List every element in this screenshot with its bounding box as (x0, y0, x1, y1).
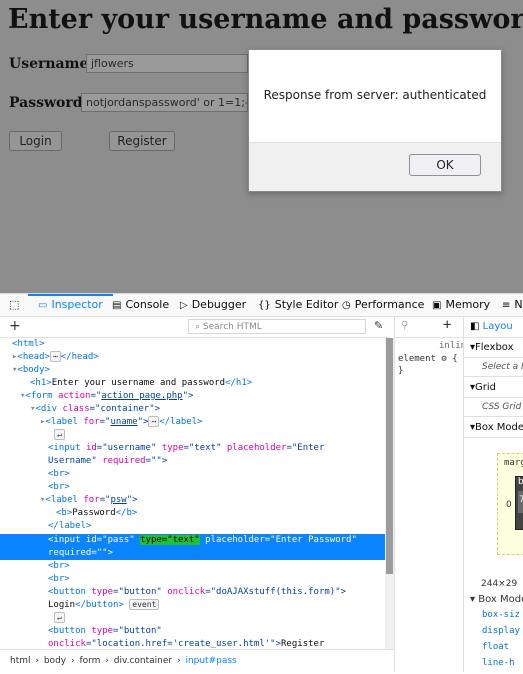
tree-node[interactable]: <br> (0, 560, 385, 573)
breadcrumb: html › body › form › div.container › inp… (0, 649, 394, 674)
whitespace-node[interactable]: ↵ (0, 612, 385, 625)
inline-style-label: inlin (439, 341, 463, 351)
tree-node[interactable]: <button type="button" (0, 625, 385, 638)
console-icon: ▤ (112, 300, 122, 311)
box-model-border: b 7 (515, 476, 523, 530)
tab-debugger[interactable]: ▷ Debugger (180, 294, 246, 316)
debugger-icon: ▷ (180, 300, 188, 311)
breadcrumb-item-current[interactable]: input#pass (185, 656, 236, 666)
gear-icon[interactable]: ⚙ (441, 354, 446, 364)
devtools-tabbar: ⬚ ▭ Inspector ▤ Console ▷ Debugger {} Style … (0, 294, 523, 317)
flexbox-hint: Select a F (464, 358, 523, 377)
tree-node[interactable]: ▾<form action="action_page.php"> (0, 390, 385, 403)
prop-display[interactable]: display (482, 626, 520, 636)
layout-tab[interactable]: ◧ Layou (464, 317, 523, 338)
network-icon: ≡ (502, 300, 511, 311)
collapsed-badge[interactable]: ⋯ (148, 416, 160, 427)
breadcrumb-item[interactable]: body (44, 656, 66, 666)
tree-node[interactable]: ▸<head> ⋯ </head> (0, 351, 385, 364)
tree-node-continuation[interactable]: Login</button> event (0, 599, 385, 612)
element-picker-icon[interactable]: ⬚ (9, 294, 19, 316)
add-node-icon[interactable]: + (9, 318, 21, 334)
rules-toolbar: ⚲ + (395, 317, 463, 338)
search-icon: ⌕ (195, 322, 201, 332)
highlighted-attribute: type="text" (140, 535, 200, 545)
register-button[interactable]: Register (109, 131, 175, 151)
tab-memory[interactable]: ▣ Memory (432, 294, 490, 316)
tree-node[interactable]: <h1>Enter your username and password</h1… (0, 377, 385, 390)
tree-node[interactable]: ▾<label for="psw"> (0, 494, 385, 507)
box-model-section[interactable]: ▾Box Mode (464, 418, 523, 438)
search-html-input[interactable]: ⌕ Search HTML (188, 319, 366, 334)
element-rule[interactable]: element ⚙ { (398, 354, 458, 364)
password-label: Password (9, 95, 83, 111)
selected-tree-node[interactable]: <input id="pass" type="text" placeholder… (0, 534, 385, 560)
inspector-icon: ▭ (38, 300, 48, 311)
breadcrumb-item[interactable]: div.container (114, 656, 172, 666)
layout-panel: ◧ Layou ▾Flexbox Select a F ▾Grid CSS Gr… (463, 317, 523, 672)
ok-button[interactable]: OK (409, 154, 481, 176)
filter-icon[interactable]: ⚲ (401, 320, 408, 331)
password-input[interactable]: notjordanspassword' or 1=1;-- (81, 93, 248, 112)
whitespace-node[interactable]: ↵ (0, 429, 385, 442)
username-input[interactable]: jflowers (86, 54, 248, 73)
username-label: Username (9, 56, 89, 72)
login-button[interactable]: Login (9, 131, 62, 151)
tree-node[interactable]: <html> (0, 338, 385, 351)
add-rule-icon[interactable]: + (443, 317, 451, 333)
performance-icon: ◷ (342, 300, 351, 311)
tree-node[interactable]: <b>Password</b> (0, 507, 385, 520)
tab-network[interactable]: ≡ N (502, 294, 523, 316)
tree-node[interactable]: ▾<body> (0, 364, 385, 377)
tree-node-continuation[interactable]: onclick="location.href='create_user.html… (0, 638, 385, 649)
tab-console[interactable]: ▤ Console (112, 294, 169, 316)
alert-footer: OK (249, 142, 501, 191)
alert-dialog: Response from server: authenticated OK (248, 49, 502, 192)
tree-node[interactable]: ▸<label for="uname"> ⋯ </label> (0, 416, 385, 429)
whitespace-badge: ↵ (54, 429, 65, 440)
tree-node[interactable]: <button type="button" onclick="doAJAXstu… (0, 586, 385, 599)
grid-section[interactable]: ▾Grid (464, 378, 523, 398)
grid-hint: CSS Grid i (464, 398, 523, 417)
inspector-toolbar: + ⌕ Search HTML ✎ (0, 317, 390, 338)
style-editor-icon: {} (258, 300, 271, 311)
eyedropper-icon[interactable]: ✎ (374, 319, 383, 332)
prop-line-height[interactable]: line-h (482, 658, 515, 668)
breadcrumb-item[interactable]: html (10, 656, 31, 666)
tree-node-continuation[interactable]: Username" required=""> (0, 455, 385, 468)
alert-message: Response from server: authenticated (263, 88, 487, 102)
collapsed-badge[interactable]: ⋯ (49, 351, 61, 362)
box-size-readout: 244×29 (481, 579, 518, 589)
tab-style-editor[interactable]: {} Style Editor (258, 294, 338, 316)
collapse-arrow-icon: ▾ (470, 594, 476, 605)
tab-inspector[interactable]: ▭ Inspector (28, 294, 113, 316)
rule-close-brace: } (398, 366, 404, 376)
sidebar-toggle-icon[interactable]: ◧ (470, 321, 479, 332)
box-model-content: 7 (518, 491, 523, 513)
box-model-margin: marg b 7 0 (497, 453, 523, 555)
markup-scrollbar[interactable] (385, 338, 394, 649)
tree-node[interactable]: <br> (0, 481, 385, 494)
scrollbar-thumb[interactable] (386, 338, 393, 574)
prop-box-sizing[interactable]: box-siz (482, 610, 520, 620)
tree-node[interactable]: <input id="username" type="text" placeho… (0, 442, 385, 455)
tree-node[interactable]: <br> (0, 468, 385, 481)
tree-node[interactable]: <br> (0, 573, 385, 586)
memory-icon: ▣ (432, 300, 442, 311)
prop-float[interactable]: float (482, 642, 509, 652)
breadcrumb-item[interactable]: form (79, 656, 100, 666)
tree-node[interactable]: </label> (0, 520, 385, 533)
box-model-props-section[interactable]: ▾ Box Mode (470, 594, 523, 605)
whitespace-badge: ↵ (54, 612, 65, 623)
page-heading: Enter your username and password (8, 4, 523, 35)
event-badge[interactable]: event (129, 599, 160, 610)
tree-node[interactable]: ▾<div class="container"> (0, 403, 385, 416)
devtools-panel: ⬚ ▭ Inspector ▤ Console ▷ Debugger {} Style … (0, 293, 523, 674)
flexbox-section[interactable]: ▾Flexbox (464, 338, 523, 358)
markup-tree: <html> ▸<head> ⋯ </head> ▾<body> <h1>Enter… (0, 338, 385, 649)
tab-performance[interactable]: ◷ Performance (342, 294, 424, 316)
rules-panel: ⚲ + inlin element ⚙ { } (394, 317, 463, 672)
